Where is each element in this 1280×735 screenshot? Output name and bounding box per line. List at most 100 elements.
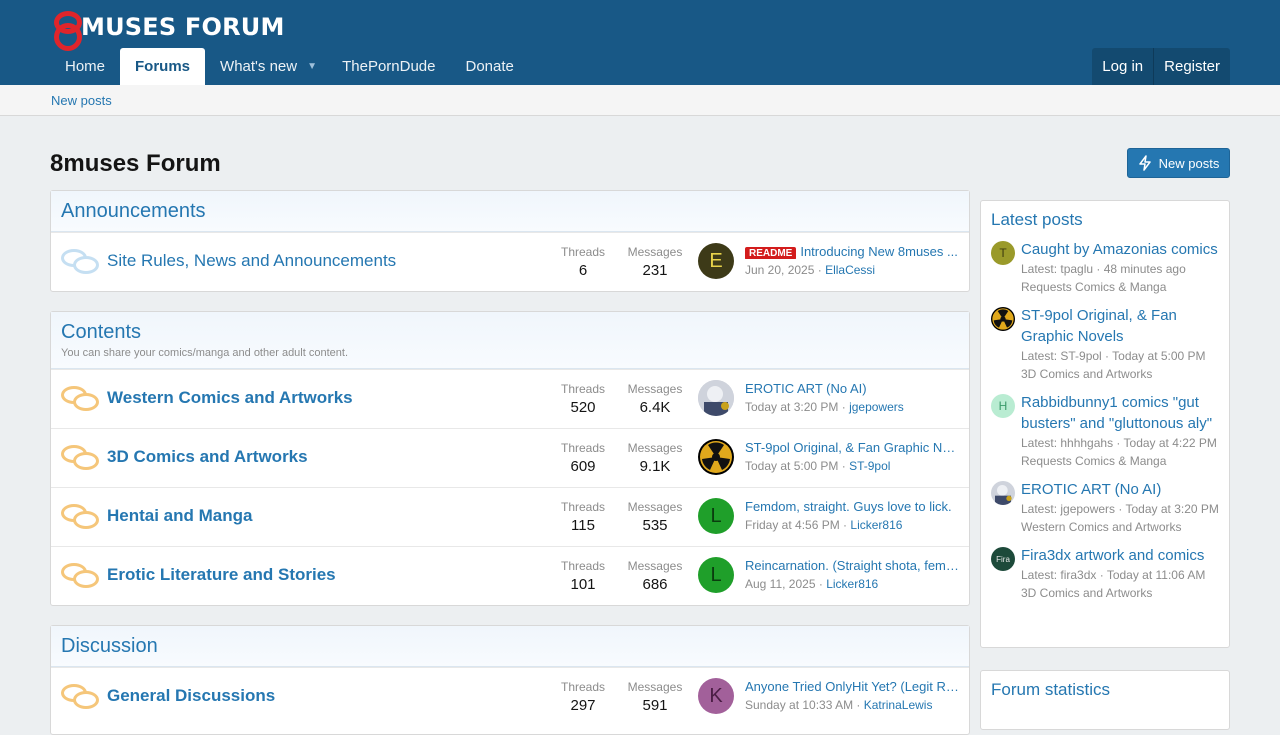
latest-post: EROTIC ART (No AI) Today at 3:20 PM · jg… <box>745 381 904 414</box>
threads-stat: Threads 6 <box>560 245 606 279</box>
forum-title[interactable]: Site Rules, News and Announcements <box>107 251 396 271</box>
latest-post: Femdom, straight. Guys love to lick. Fri… <box>745 499 952 532</box>
messages-stat: Messages 686 <box>627 559 683 593</box>
threads-stat: Threads 115 <box>560 500 606 534</box>
post-title[interactable]: Caught by Amazonias comics <box>1021 239 1219 260</box>
forum-title[interactable]: Hentai and Manga <box>107 506 252 526</box>
forum-row: 3D Comics and Artworks Threads 609 Messag… <box>51 428 969 487</box>
forum-bubbles-icon <box>61 384 99 414</box>
post-meta: Latest: fira3dx · Today at 11:06 AM <box>1021 568 1206 582</box>
forum-bubbles-icon <box>61 682 99 712</box>
block-title[interactable]: Announcements <box>61 200 959 223</box>
post-title[interactable]: ST-9pol Original, & Fan Graphic Novels <box>1021 305 1219 347</box>
latest-post-title[interactable]: ST-9pol Original, & Fan Graphic No... <box>745 440 960 455</box>
latest-post-user[interactable]: ST-9pol <box>849 459 890 473</box>
post-title[interactable]: Rabbidbunny1 comics "gut busters" and "g… <box>1021 392 1219 434</box>
latest-post-user[interactable]: Licker816 <box>850 518 902 532</box>
messages-stat: Messages 9.1K <box>627 441 683 475</box>
messages-stat: Messages 6.4K <box>627 382 683 416</box>
latest-post-item: H Rabbidbunny1 comics "gut busters" and … <box>981 392 1229 470</box>
readme-badge: README <box>745 247 797 259</box>
latest-post-user[interactable]: jgepowers <box>849 400 904 414</box>
post-forum[interactable]: 3D Comics and Artworks <box>1021 584 1219 602</box>
login-link[interactable]: Log in <box>1092 48 1153 85</box>
avatar[interactable]: L <box>698 557 734 593</box>
widget-title[interactable]: Forum statistics <box>981 671 1229 709</box>
block-description: You can share your comics/manga and othe… <box>61 347 348 359</box>
post-forum[interactable]: 3D Comics and Artworks <box>1021 365 1219 383</box>
nav-whats-new[interactable]: What's new <box>205 48 297 85</box>
latest-post-title[interactable]: Femdom, straight. Guys love to lick. <box>745 499 952 514</box>
new-posts-button-label: New posts <box>1158 155 1220 171</box>
latest-post-item: Fira Fira3dx artwork and comics Latest: … <box>981 545 1229 602</box>
nav-donate[interactable]: Donate <box>451 48 529 85</box>
forum-bubbles-icon <box>61 502 99 532</box>
latest-post-date[interactable]: Jun 20, 2025 <box>745 263 814 277</box>
latest-post-user[interactable]: KatrinaLewis <box>864 698 933 712</box>
forum-title[interactable]: Erotic Literature and Stories <box>107 565 336 585</box>
latest-post: Reincarnation. (Straight shota, femd... … <box>745 558 960 591</box>
logo-8-icon <box>51 11 82 51</box>
sub-nav: New posts <box>0 85 1280 116</box>
post-forum[interactable]: Western Comics and Artworks <box>1021 518 1219 536</box>
latest-post-title[interactable]: Anyone Tried OnlyHit Yet? (Legit Re... <box>745 679 960 694</box>
threads-stat: Threads 101 <box>560 559 606 593</box>
avatar[interactable] <box>991 307 1015 331</box>
latest-post-item: ST-9pol Original, & Fan Graphic Novels L… <box>981 305 1229 383</box>
messages-stat: Messages 591 <box>627 680 683 714</box>
avatar[interactable]: E <box>698 243 734 279</box>
avatar[interactable] <box>698 439 734 475</box>
forum-bubbles-icon <box>61 443 99 473</box>
bolt-icon <box>1138 155 1151 171</box>
subnav-new-posts[interactable]: New posts <box>51 93 112 108</box>
latest-post-user[interactable]: Licker816 <box>826 577 878 591</box>
avatar[interactable]: L <box>698 498 734 534</box>
post-meta: Latest: ST-9pol · Today at 5:00 PM <box>1021 349 1206 363</box>
latest-post-user[interactable]: EllaCessi <box>825 263 875 277</box>
latest-post-date[interactable]: Today at 5:00 PM <box>745 459 838 473</box>
discussion-block: Discussion General Discussions Threads 29… <box>50 625 970 735</box>
block-header: Discussion <box>51 626 969 667</box>
latest-post-item: EROTIC ART (No AI) Latest: jgepowers · T… <box>981 479 1229 536</box>
forum-title[interactable]: Western Comics and Artworks <box>107 388 353 408</box>
post-title[interactable]: EROTIC ART (No AI) <box>1021 479 1219 500</box>
latest-post-title[interactable]: Introducing New 8muses ... <box>800 244 958 259</box>
messages-stat: Messages 231 <box>627 245 683 279</box>
avatar[interactable]: Fira <box>991 547 1015 571</box>
forum-row: Hentai and Manga Threads 115 Messages 535 … <box>51 487 969 546</box>
avatar[interactable]: K <box>698 678 734 714</box>
threads-stat: Threads 609 <box>560 441 606 475</box>
latest-posts-widget: Latest posts T Caught by Amazonias comic… <box>980 200 1230 648</box>
forum-bubbles-icon <box>61 247 99 277</box>
block-title[interactable]: Discussion <box>61 635 959 658</box>
new-posts-button[interactable]: New posts <box>1127 148 1230 178</box>
avatar[interactable] <box>698 380 734 416</box>
latest-post-date[interactable]: Aug 11, 2025 <box>745 577 816 591</box>
messages-stat: Messages 535 <box>627 500 683 534</box>
main-nav: Home Forums What's new ▼ ThePornDude Don… <box>50 48 529 85</box>
latest-post-date[interactable]: Today at 3:20 PM <box>745 400 838 414</box>
latest-post-title[interactable]: Reincarnation. (Straight shota, femd... <box>745 558 960 573</box>
forum-title[interactable]: General Discussions <box>107 686 275 706</box>
widget-title[interactable]: Latest posts <box>981 201 1229 239</box>
block-header: Contents You can share your comics/manga… <box>51 312 969 369</box>
latest-post-date[interactable]: Sunday at 10:33 AM <box>745 698 853 712</box>
avatar[interactable]: H <box>991 394 1015 418</box>
nav-theporndude[interactable]: ThePornDude <box>327 48 450 85</box>
avatar[interactable]: T <box>991 241 1015 265</box>
avatar[interactable] <box>991 481 1015 505</box>
register-link[interactable]: Register <box>1153 48 1230 85</box>
chevron-down-icon[interactable]: ▼ <box>297 48 327 85</box>
block-title[interactable]: Contents <box>61 321 959 344</box>
nav-forums[interactable]: Forums <box>120 48 206 85</box>
forum-row: Western Comics and Artworks Threads 520 M… <box>51 369 969 428</box>
latest-post-date[interactable]: Friday at 4:56 PM <box>745 518 840 532</box>
latest-post: Anyone Tried OnlyHit Yet? (Legit Re... S… <box>745 679 960 712</box>
post-forum[interactable]: Requests Comics & Manga <box>1021 278 1219 296</box>
latest-post-title[interactable]: EROTIC ART (No AI) <box>745 381 867 396</box>
post-title[interactable]: Fira3dx artwork and comics <box>1021 545 1219 566</box>
site-logo[interactable]: MUSES FORUM <box>51 10 285 51</box>
nav-home[interactable]: Home <box>50 48 120 85</box>
post-forum[interactable]: Requests Comics & Manga <box>1021 452 1219 470</box>
forum-title[interactable]: 3D Comics and Artworks <box>107 447 308 467</box>
